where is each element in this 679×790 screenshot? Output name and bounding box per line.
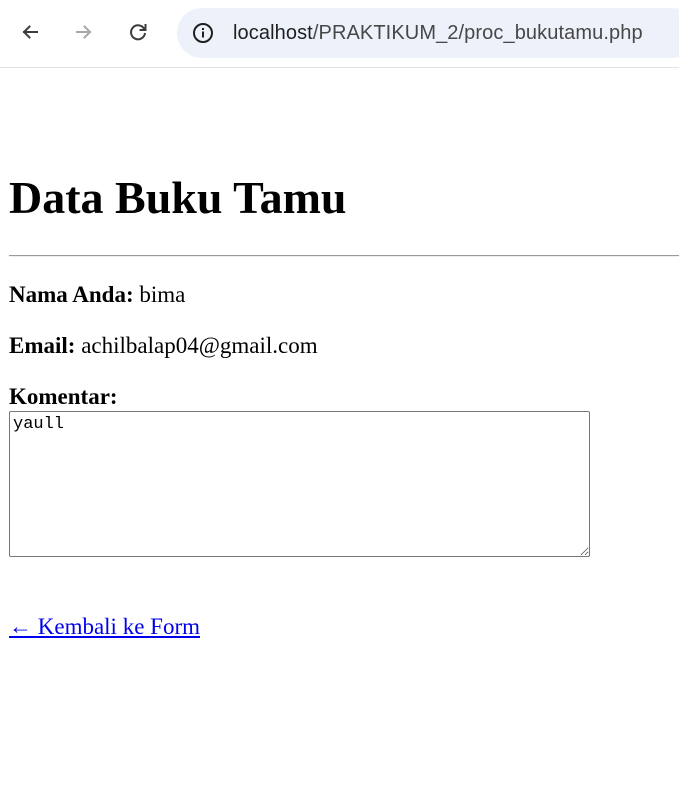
reload-icon — [130, 24, 147, 41]
url-path: /PRAKTIKUM_2/proc_bukutamu.php — [312, 21, 643, 44]
divider — [9, 255, 679, 257]
komentar-row: Komentar: — [9, 384, 118, 410]
arrow-left-icon — [22, 25, 38, 39]
email-row: Email: achilbalap04@gmail.com — [9, 333, 318, 359]
arrow-right-icon — [76, 25, 92, 39]
back-to-form-link[interactable]: ← Kembali ke Form — [9, 613, 200, 641]
forward-button[interactable] — [66, 14, 102, 50]
back-button[interactable] — [12, 14, 48, 50]
email-label: Email: — [9, 333, 76, 358]
browser-toolbar: localhost/PRAKTIKUM_2/proc_bukutamu.php — [0, 0, 679, 68]
reload-button[interactable] — [120, 14, 156, 50]
page-title: Data Buku Tamu — [9, 172, 347, 223]
komentar-label: Komentar: — [9, 384, 118, 409]
nama-row: Nama Anda: bima — [9, 282, 185, 308]
nama-label: Nama Anda: — [9, 282, 134, 307]
email-value: achilbalap04@gmail.com — [81, 333, 318, 358]
info-circle-icon[interactable] — [192, 22, 214, 44]
nama-value: bima — [139, 282, 186, 307]
url-text[interactable]: localhost/PRAKTIKUM_2/proc_bukutamu.php — [233, 22, 643, 45]
url-host: localhost — [233, 21, 313, 44]
address-bar[interactable]: localhost/PRAKTIKUM_2/proc_bukutamu.php — [177, 8, 679, 58]
komentar-textarea[interactable]: yaull — [9, 411, 590, 557]
